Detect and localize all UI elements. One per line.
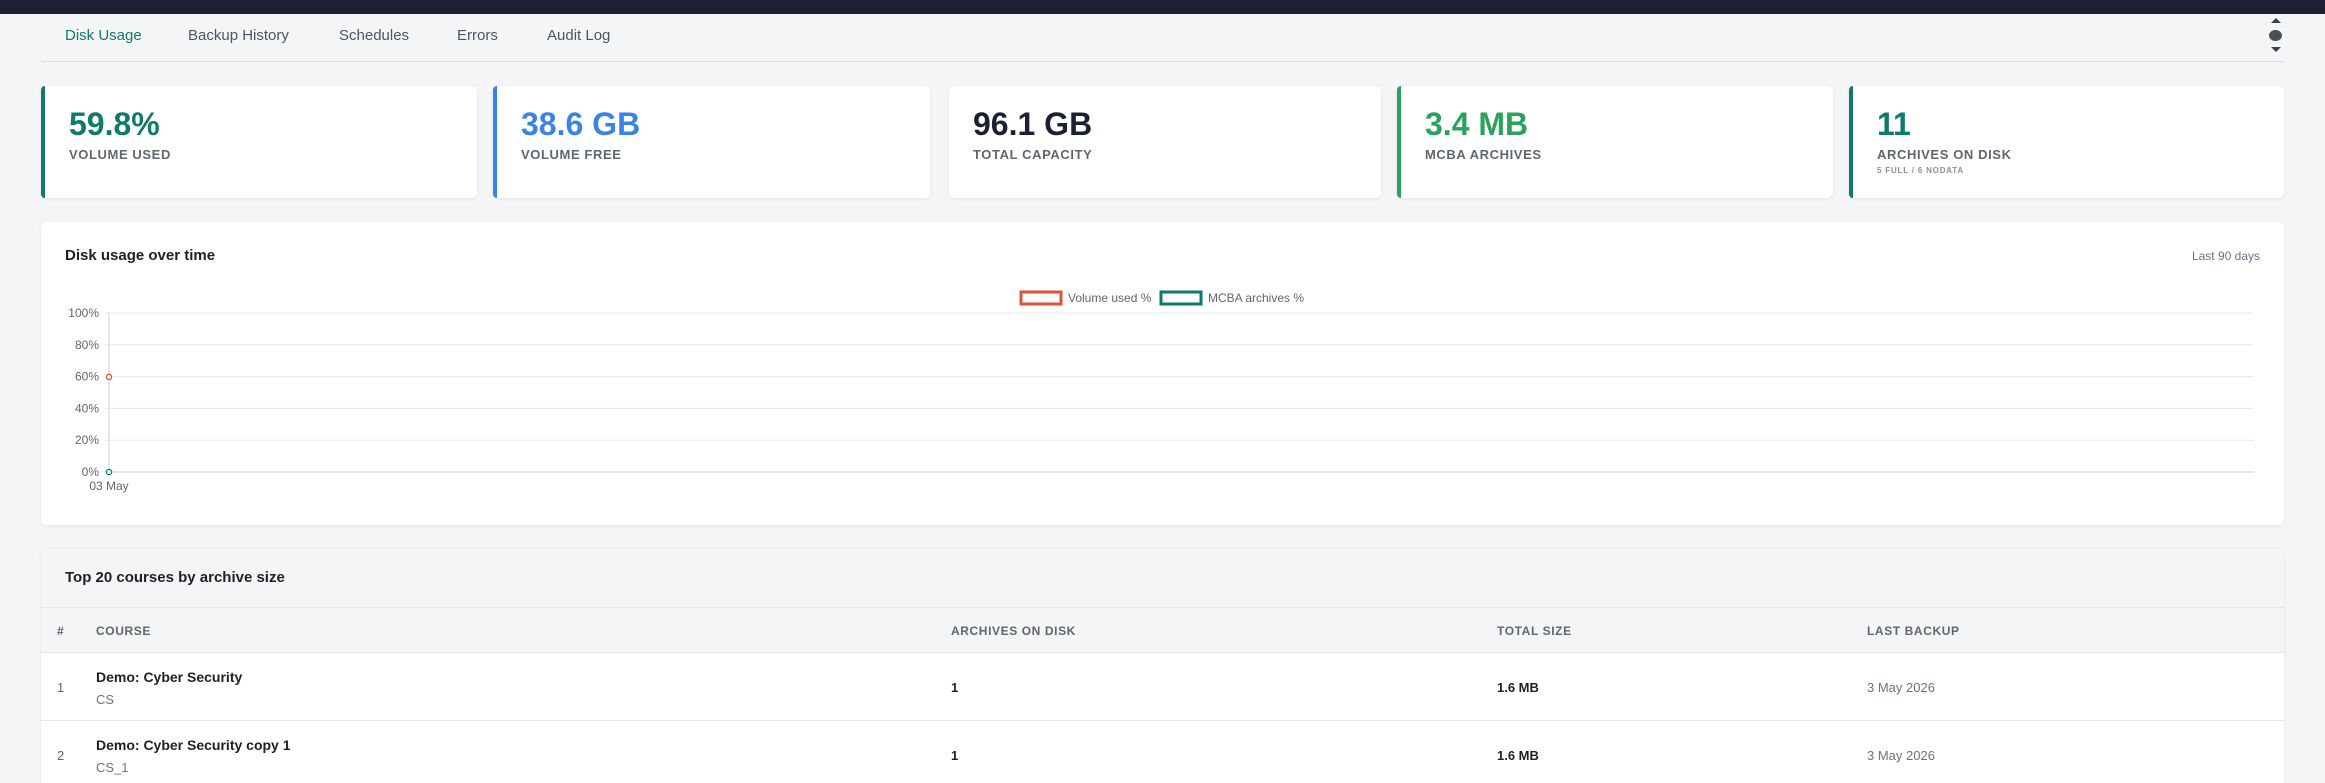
row-rank: 1: [57, 680, 65, 695]
legend-label: MCBA archives %: [1208, 291, 1304, 305]
stat-label: VOLUME USED: [69, 147, 171, 162]
archive-count: 1: [951, 680, 959, 695]
tab-backup-history[interactable]: Backup History: [188, 27, 289, 44]
tab-disk-usage[interactable]: Disk Usage: [65, 27, 142, 44]
data-point: [105, 468, 113, 476]
course-name[interactable]: Demo: Cyber Security: [96, 669, 242, 685]
stat-card-volume-used: 59.8% VOLUME USED: [41, 86, 477, 198]
last-backup: 3 May 2026: [1867, 680, 1935, 695]
stat-value: 3.4 MB: [1425, 106, 1529, 142]
top-courses-table: Top 20 courses by archive size # COURSE …: [41, 549, 2284, 783]
stat-card-volume-free: 38.6 GB VOLUME FREE: [493, 86, 930, 198]
stat-value: 96.1 GB: [973, 106, 1093, 142]
stat-value: 38.6 GB: [521, 106, 641, 142]
stat-value: 11: [1877, 106, 1911, 142]
col-header-last-backup[interactable]: LAST BACKUP: [1867, 624, 1960, 638]
y-tick-label: 80%: [75, 338, 99, 352]
accent-bar: [493, 86, 497, 198]
table-column-headers: # COURSE ARCHIVES ON DISK TOTAL SIZE LAS…: [41, 608, 2284, 653]
y-tick-label: 40%: [75, 401, 99, 415]
last-backup: 3 May 2026: [1867, 748, 1935, 763]
x-tick-label: 03 May: [89, 479, 128, 493]
archive-count: 1: [951, 748, 959, 763]
accent-bar: [41, 86, 45, 198]
legend-swatch: [1019, 290, 1063, 306]
col-header-total-size[interactable]: TOTAL SIZE: [1497, 624, 1572, 638]
row-rank: 2: [57, 748, 65, 763]
accent-bar: [1849, 86, 1853, 198]
stat-label: VOLUME FREE: [521, 147, 622, 162]
table-header-bar: Top 20 courses by archive size: [41, 549, 2284, 608]
tab-audit-log[interactable]: Audit Log: [547, 27, 610, 44]
table-row[interactable]: 2 Demo: Cyber Security copy 1 CS_1 1 1.6…: [41, 721, 2284, 783]
total-size: 1.6 MB: [1497, 680, 1539, 695]
legend-label: Volume used %: [1068, 291, 1152, 305]
y-tick-label: 20%: [75, 433, 99, 447]
accent-bar: [1397, 86, 1401, 198]
disk-usage-chart-card: Disk usage over time Last 90 days 0% 20% 4…: [41, 222, 2284, 525]
stat-sublabel: 5 FULL / 6 NODATA: [1877, 166, 1964, 175]
disk-usage-chart: 0% 20% 40% 60% 80% 100% 03 May Volume used % MCB…: [68, 290, 2254, 493]
col-header-archives[interactable]: ARCHIVES ON DISK: [951, 624, 1076, 638]
course-shortname: CS_1: [96, 760, 129, 775]
col-header-course[interactable]: COURSE: [96, 624, 151, 638]
course-shortname: CS: [96, 692, 115, 707]
legend-swatch: [1159, 290, 1203, 306]
y-tick-label: 60%: [75, 370, 99, 384]
y-tick-label: 0%: [82, 465, 100, 479]
tab-schedules[interactable]: Schedules: [339, 27, 409, 44]
tab-errors[interactable]: Errors: [457, 27, 498, 44]
more-options-icon[interactable]: [2268, 18, 2284, 58]
col-header-rank: #: [57, 624, 65, 638]
y-tick-label: 100%: [68, 306, 99, 320]
stat-card-total-capacity: 96.1 GB TOTAL CAPACITY: [949, 86, 1381, 198]
top-banner: [0, 0, 2325, 14]
course-name[interactable]: Demo: Cyber Security copy 1: [96, 737, 291, 753]
stat-card-mcba-archives: 3.4 MB MCBA ARCHIVES: [1397, 86, 1833, 198]
stat-label: ARCHIVES ON DISK: [1877, 147, 2012, 162]
table-row[interactable]: 1 Demo: Cyber Security CS 1 1.6 MB 3 May…: [41, 653, 2284, 721]
data-point: [105, 373, 113, 381]
stat-label: MCBA ARCHIVES: [1425, 147, 1542, 162]
stat-value: 59.8%: [69, 106, 160, 142]
stat-card-archives-on-disk: 11 ARCHIVES ON DISK 5 FULL / 6 NODATA: [1849, 86, 2284, 198]
stat-label: TOTAL CAPACITY: [973, 147, 1093, 162]
table-title: Top 20 courses by archive size: [65, 569, 285, 586]
tab-bar: Disk Usage Backup History Schedules Erro…: [41, 14, 2284, 62]
total-size: 1.6 MB: [1497, 748, 1539, 763]
